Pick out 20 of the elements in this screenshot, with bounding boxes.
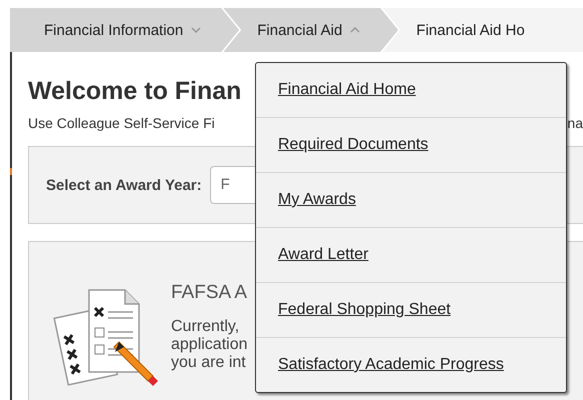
chevron-up-icon [350, 27, 360, 33]
intro-text-fragment: na [567, 114, 583, 132]
menu-link[interactable]: Award Letter [278, 246, 368, 264]
card-text-line: Currently, [171, 318, 240, 336]
menu-link[interactable]: Federal Shopping Sheet [278, 301, 451, 319]
accent-mark [10, 168, 12, 175]
menu-link[interactable]: Financial Aid Home [278, 81, 416, 99]
card-text-line: you are int [171, 354, 247, 372]
breadcrumb-tab[interactable]: Financial Information [10, 8, 240, 52]
award-year-label: Select an Award Year: [46, 176, 202, 194]
page-heading: Welcome to Finan [28, 76, 242, 106]
breadcrumb-tab[interactable]: Financial Aid [223, 8, 398, 52]
fafsa-card-title: FAFSA A [171, 282, 248, 304]
menu-link[interactable]: My Awards [278, 191, 356, 209]
intro-text: Use Colleague Self-Service Fi [28, 114, 215, 132]
menu-link[interactable]: Satisfactory Academic Progress [278, 356, 504, 374]
breadcrumb-tab[interactable]: Financial Aid Ho [382, 8, 583, 52]
menu-link[interactable]: Required Documents [278, 136, 428, 154]
chevron-down-icon [191, 27, 202, 33]
card-text-line: application [171, 336, 248, 354]
